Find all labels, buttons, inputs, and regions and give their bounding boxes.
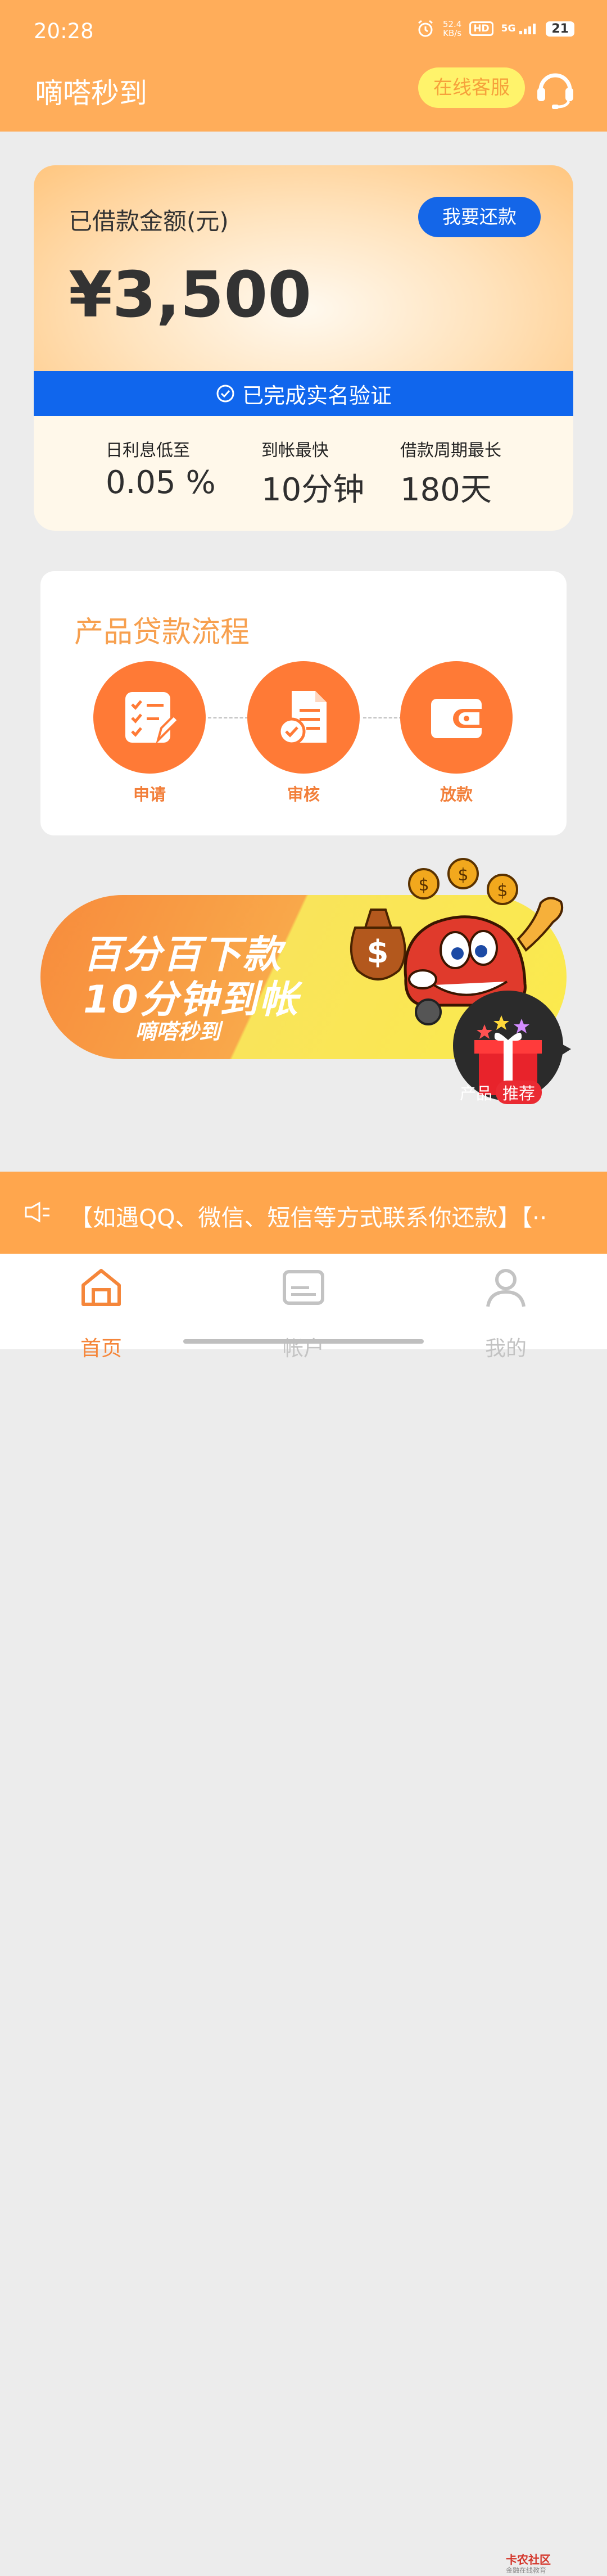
coin-icon: $ [408,868,440,900]
watermark-line: 卡农社区 [506,2553,551,2566]
tab-mine[interactable]: 我的 [450,1266,562,1361]
verification-text: 已完成实名验证 [242,383,392,408]
badge-recommend-text: 推荐 [496,1081,542,1104]
svg-text:$: $ [367,934,389,970]
notice-bar[interactable]: 【如遇QQ、微信、短信等方式联系你还款】【·· [0,1172,607,1254]
speed-unit: KB/s [443,28,462,38]
step-label: 审核 [287,785,320,804]
stat-label: 借款周期最长 [400,441,501,460]
stat-value: 0.05 % [106,464,216,501]
loan-amount-panel: 已借款金额(元) 我要还款 ¥3,500 [34,165,573,371]
headset-icon[interactable] [533,65,578,110]
battery-indicator: 21 [546,21,574,37]
network-speed: 52.4 KB/s [443,20,461,38]
step-review[interactable] [247,661,360,774]
stat-label: 日利息低至 [106,441,190,460]
speed-value: 52.4 [442,19,462,29]
loan-amount: ¥3,500 [69,259,312,332]
alarm-icon [418,20,433,37]
document-check-icon [278,691,327,745]
signal-icon: 5G [501,22,538,35]
stat-label: 到帐最快 [261,441,329,460]
coin-icon: $ [487,874,518,905]
tab-label: 我的 [485,1336,527,1361]
stat-value: 180天 [400,472,492,508]
bottom-tab-bar: 首页 帐户 我的 卡农社区 金融在线教育 [0,1254,607,2574]
step-connector [363,717,402,718]
tab-label: 帐户 [283,1336,324,1361]
step-label: 申请 [133,785,166,804]
coin-icon: $ [447,858,479,889]
thumbs-up-hand [517,897,564,952]
stat-value: 10分钟 [261,472,365,508]
network-type: 5G [501,23,516,34]
notice-text: 【如遇QQ、微信、短信等方式联系你还款】【·· [70,1204,547,1231]
status-icons: 52.4 KB/s HD 5G 21 [416,19,574,38]
step-apply[interactable] [93,661,206,774]
svg-text:$: $ [497,881,508,901]
home-icon [81,1269,121,1306]
step-label: 放款 [440,785,473,804]
watermark: 卡农社区 金融在线教育 [506,2553,551,2576]
header-bar: 20:28 52.4 KB/s HD 5G 21 嘀嗒秒到 在线客服 [0,0,607,132]
tab-account[interactable]: 帐户 [247,1266,360,1361]
step-connector [208,717,248,718]
banner-brand: 嘀嗒秒到 [135,1019,221,1044]
check-circle-icon [216,385,234,403]
svg-text:$: $ [418,875,429,895]
tab-home[interactable]: 首页 [45,1266,157,1361]
loan-process-card: 产品贷款流程 申请 审核 放款 [40,571,567,835]
repay-button[interactable]: 我要还款 [418,197,541,237]
hd-badge: HD [469,21,493,36]
process-title: 产品贷款流程 [74,616,250,649]
home-indicator[interactable] [183,1339,424,1344]
speaker-icon [25,1201,49,1223]
status-time: 20:28 [34,19,94,43]
badge-product-text: 产品 [460,1084,493,1103]
step-disburse[interactable] [400,661,513,774]
user-icon [486,1269,526,1307]
verification-banner: 已完成实名验证 [34,371,573,416]
loan-summary-card: 已借款金额(元) 我要还款 ¥3,500 已完成实名验证 日利息低至 0.05 … [34,165,573,531]
money-bag-icon: $ [350,909,406,980]
tab-label: 首页 [80,1336,122,1361]
online-service-button[interactable]: 在线客服 [418,67,525,108]
loan-stats: 日利息低至 0.05 % 到帐最快 10分钟 借款周期最长 180天 [34,416,573,531]
checklist-icon [125,692,180,744]
card-icon [283,1270,324,1305]
svg-text:$: $ [457,865,468,885]
loan-amount-label: 已借款金额(元) [69,207,229,235]
recommend-badge-label[interactable]: 产品 推荐 [456,1081,542,1104]
watermark-line: 金融在线教育 [506,2566,547,2574]
wallet-icon [431,699,482,738]
app-title: 嘀嗒秒到 [35,77,147,110]
